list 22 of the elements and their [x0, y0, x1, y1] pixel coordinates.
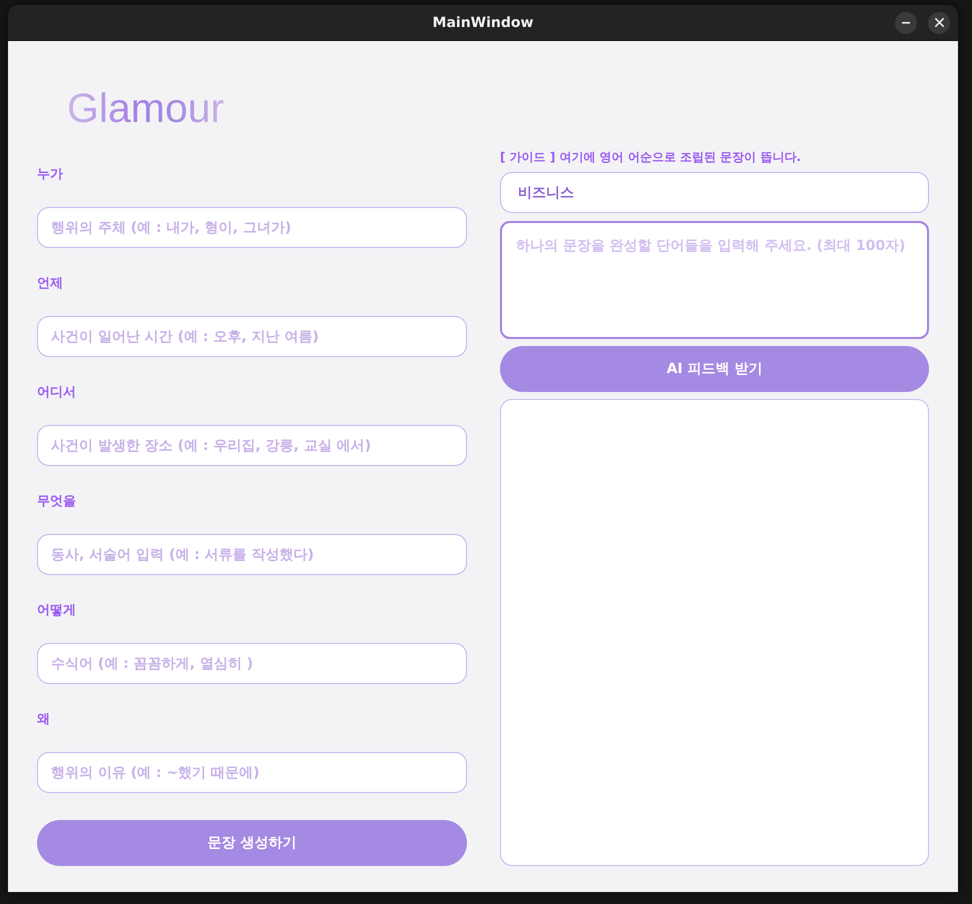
- window-title: MainWindow: [432, 14, 534, 30]
- minimize-icon: [902, 22, 910, 24]
- guide-text: [ 가이드 ] 여기에 영어 어순으로 조립된 문장이 뜹니다.: [500, 149, 801, 165]
- input-field[interactable]: 사건이 발생한 장소 (예 : 우리집, 강릉, 교실 에서): [37, 425, 467, 466]
- input-field[interactable]: 동사, 서술어 입력 (예 : 서류를 작성했다): [37, 534, 467, 575]
- minimize-button[interactable]: [895, 12, 917, 34]
- field-label: 누가: [37, 166, 63, 184]
- input-field[interactable]: 행위의 주체 (예 : 내가, 형이, 그녀가): [37, 207, 467, 248]
- generate-sentence-button[interactable]: 문장 생성하기: [37, 820, 467, 866]
- input-field[interactable]: 행위의 이유 (예 : ~했기 때문에): [37, 752, 467, 793]
- field-label: 어떻게: [37, 602, 76, 620]
- field-label: 어디서: [37, 384, 76, 402]
- category-field[interactable]: 비즈니스: [500, 172, 929, 213]
- close-icon: [934, 18, 944, 27]
- input-field[interactable]: 수식어 (예 : 꼼꼼하게, 열심히 ): [37, 643, 467, 684]
- field-label: 무엇을: [37, 493, 76, 511]
- ai-feedback-button[interactable]: AI 피드백 받기: [500, 346, 929, 392]
- input-field[interactable]: 사건이 일어난 시간 (예 : 오후, 지난 여름): [37, 316, 467, 357]
- field-label: 언제: [37, 275, 63, 293]
- close-button[interactable]: [928, 12, 950, 34]
- field-label: 왜: [37, 711, 50, 729]
- words-text-area[interactable]: 하나의 문장을 완성할 단어들을 입력해 주세요. (최대 100자): [500, 221, 929, 339]
